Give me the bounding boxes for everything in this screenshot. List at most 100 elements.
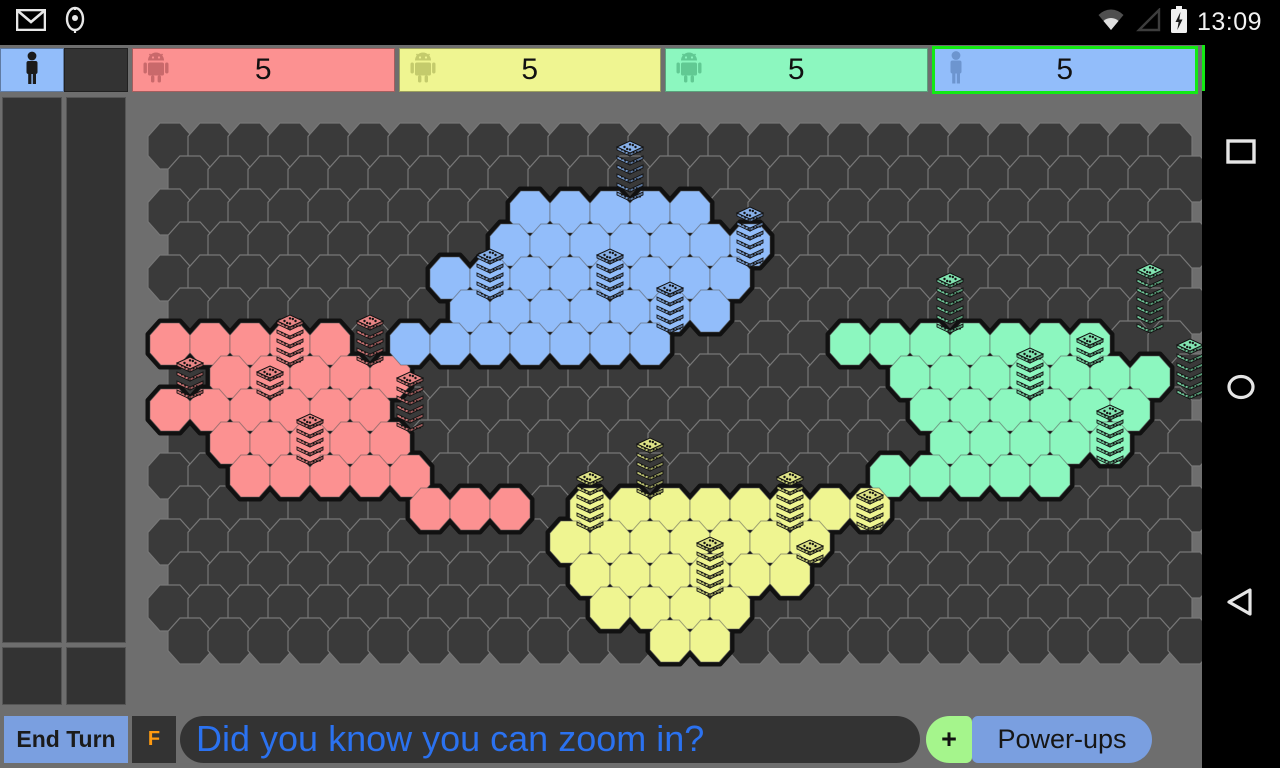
hex-cell-inner-green[interactable] [829, 322, 871, 366]
die-pip [1080, 349, 1083, 352]
die-pip [947, 329, 950, 332]
hex-cell-inner-yellow[interactable] [649, 619, 691, 663]
hex-cell-empty[interactable] [407, 617, 453, 665]
f-button[interactable]: F [132, 715, 176, 763]
die-pip [952, 301, 955, 304]
die-pip [628, 148, 632, 151]
hex-board-svg[interactable] [128, 95, 1202, 710]
die-pip [807, 551, 810, 554]
hex-cell-empty[interactable] [1047, 617, 1093, 665]
hex-game-board[interactable] [128, 95, 1202, 710]
hex-cell-empty[interactable] [1087, 617, 1133, 665]
die-pip [944, 327, 947, 330]
hex-cell-empty[interactable] [807, 617, 853, 665]
powerups-button[interactable]: Power-ups [972, 715, 1152, 763]
human-figure-icon [945, 51, 967, 90]
die-pip [608, 251, 612, 254]
die-pip [580, 505, 583, 508]
hex-cell-empty[interactable] [1007, 617, 1053, 665]
die-pip [747, 227, 750, 230]
hex-cell-inner-blue[interactable] [389, 322, 431, 366]
die-pip [940, 316, 943, 319]
hex-cell-inner-blue[interactable] [689, 289, 731, 333]
die-pip [672, 301, 675, 304]
die-pip [1034, 352, 1037, 356]
hex-cell-inner-blue[interactable] [549, 322, 591, 366]
die-pip [808, 547, 812, 550]
hex-cell-inner-red[interactable] [449, 487, 491, 531]
die-pip [655, 475, 658, 478]
home-button[interactable] [1202, 350, 1280, 428]
hex-cell-inner-blue[interactable] [509, 322, 551, 366]
hex-cell-empty[interactable] [247, 617, 293, 665]
hex-cell-empty[interactable] [447, 617, 493, 665]
die-pip [186, 363, 189, 367]
hex-cell-inner-yellow[interactable] [689, 619, 731, 663]
hex-cell-inner-blue[interactable] [469, 322, 511, 366]
hex-cell-inner-blue[interactable] [589, 322, 631, 366]
hex-cell-empty[interactable] [207, 617, 253, 665]
hex-cell-empty[interactable] [327, 617, 373, 665]
hex-cell-inner-red[interactable] [409, 487, 451, 531]
hex-cell-empty[interactable] [527, 617, 573, 665]
die-pip [1027, 395, 1030, 398]
hex-cell-empty[interactable] [887, 617, 933, 665]
hex-cell-inner-red[interactable] [349, 454, 391, 498]
die-pip [599, 516, 601, 519]
die-pip [1192, 376, 1195, 379]
die-pip [1180, 364, 1183, 367]
die-pip [704, 573, 707, 576]
hex-cell-empty[interactable] [367, 617, 413, 665]
die-pip [379, 342, 381, 345]
die-pip [184, 393, 187, 396]
hex-cell-inner-red[interactable] [149, 322, 191, 366]
die-pip [744, 243, 747, 246]
hex-cell-empty[interactable] [287, 617, 333, 665]
hex-cell-empty[interactable] [847, 617, 893, 665]
hex-cell-inner-green[interactable] [909, 454, 951, 498]
hex-cell-empty[interactable] [167, 617, 213, 665]
die-pip [1020, 373, 1023, 376]
die-pip [1106, 411, 1109, 415]
die-pip [815, 559, 818, 562]
hex-cell-empty[interactable] [1167, 617, 1202, 665]
player-panel-blue[interactable]: 5 [931, 46, 1198, 94]
die-pip [272, 385, 275, 388]
end-turn-button[interactable]: End Turn [4, 715, 128, 763]
hex-cell-inner-red[interactable] [229, 454, 271, 498]
die-pip [411, 374, 414, 378]
die-pip [1039, 357, 1041, 360]
hex-cell-inner-red[interactable] [489, 487, 531, 531]
die-pip [283, 319, 286, 323]
hex-cell-empty[interactable] [767, 617, 813, 665]
die-pip [1027, 377, 1030, 380]
hex-cell-inner-blue[interactable] [429, 322, 471, 366]
hex-cell-empty[interactable] [1127, 617, 1173, 665]
player-panel-green[interactable]: 5 [665, 48, 928, 92]
die-pip [300, 448, 303, 451]
sidebar-column-right-top[interactable] [66, 97, 126, 643]
hex-cell-empty[interactable] [967, 617, 1013, 665]
sidebar-column-left-top[interactable] [2, 97, 62, 643]
die-pip [1184, 357, 1187, 360]
die-pip [660, 298, 663, 301]
back-button[interactable] [1202, 565, 1280, 643]
hex-cell-empty[interactable] [927, 617, 973, 665]
player-panel-yellow[interactable]: 5 [398, 48, 661, 92]
die-pip [648, 445, 652, 448]
sidebar-column-right-bottom[interactable] [66, 647, 126, 705]
die-pip [312, 451, 315, 454]
hex-cell-empty[interactable] [487, 617, 533, 665]
hex-cell-inner-green[interactable] [949, 454, 991, 498]
add-powerup-button[interactable]: + [926, 715, 972, 763]
hex-cell-inner-green[interactable] [1029, 454, 1071, 498]
hex-cell-inner-yellow[interactable] [589, 586, 631, 630]
recents-button[interactable] [1202, 115, 1280, 193]
die-pip [599, 489, 601, 492]
player-panel-red[interactable]: 5 [132, 48, 395, 92]
die-pip [612, 295, 615, 298]
sidebar-column-left-bottom[interactable] [2, 647, 62, 705]
die-pip [1100, 448, 1103, 451]
hex-cell-inner-green[interactable] [989, 454, 1031, 498]
die-pip [604, 276, 607, 279]
